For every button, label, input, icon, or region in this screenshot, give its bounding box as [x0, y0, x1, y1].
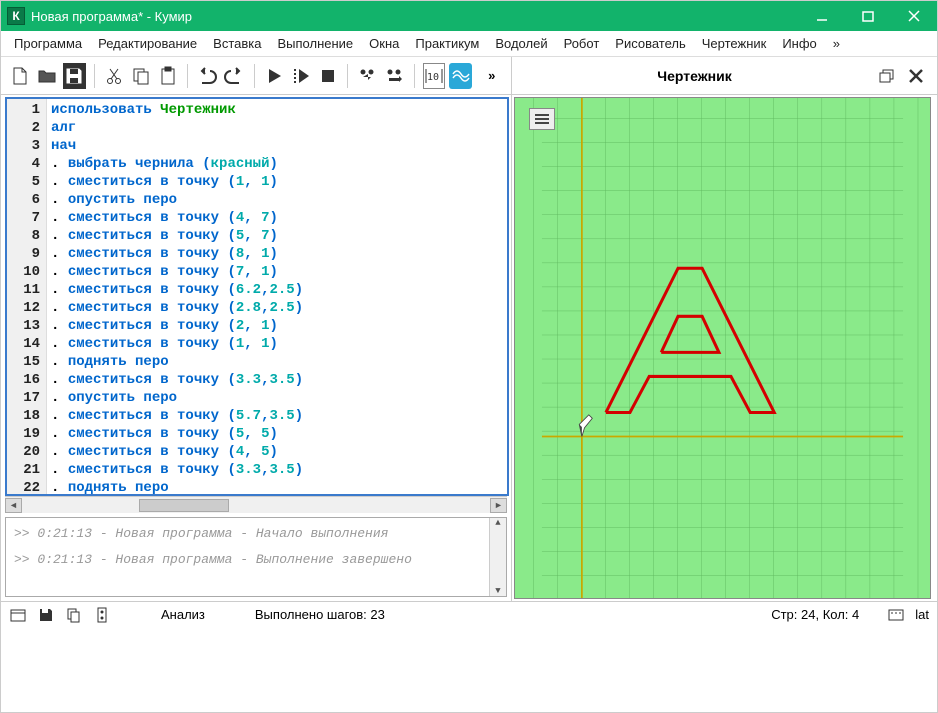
titlebar: К Новая программа* - Кумир	[1, 1, 937, 31]
canvas-menu-button[interactable]	[529, 108, 555, 130]
open-file-button[interactable]	[36, 63, 59, 89]
menubar: Программа Редактирование Вставка Выполне…	[1, 31, 937, 57]
status-clear-icon[interactable]	[93, 606, 111, 624]
run-button[interactable]	[263, 63, 286, 89]
scroll-right-button[interactable]: ►	[490, 498, 507, 513]
line-gutter: 1234567891011121314151617181920212223242…	[7, 99, 47, 494]
menu-robot[interactable]: Робот	[557, 33, 607, 54]
menu-vodoley[interactable]: Водолей	[488, 33, 554, 54]
cut-button[interactable]	[102, 63, 125, 89]
statusbar: Анализ Выполнено шагов: 23 Стр: 24, Кол:…	[1, 601, 937, 627]
toggle-linenum-button[interactable]: 10	[423, 63, 446, 89]
console-line: >> 0:21:13 - Новая программа - Начало вы…	[14, 524, 481, 544]
step-over-button[interactable]	[356, 63, 379, 89]
code-content[interactable]: использовать Чертежник алг нач . выбрать…	[47, 99, 507, 494]
drawing-canvas[interactable]	[514, 97, 931, 599]
menu-draftsman[interactable]: Чертежник	[695, 33, 774, 54]
panel-close-button[interactable]	[903, 63, 929, 89]
toolbar-right: Чертежник	[512, 57, 937, 95]
left-pane: 1234567891011121314151617181920212223242…	[1, 95, 512, 601]
copy-button[interactable]	[129, 63, 152, 89]
status-copy-icon[interactable]	[65, 606, 83, 624]
theme-button[interactable]	[449, 63, 472, 89]
scroll-track[interactable]	[22, 498, 490, 513]
menu-info[interactable]: Инфо	[775, 33, 823, 54]
stop-button[interactable]	[316, 63, 339, 89]
save-file-button[interactable]	[63, 63, 86, 89]
window-title: Новая программа* - Кумир	[31, 9, 799, 24]
status-analysis[interactable]: Анализ	[161, 607, 205, 622]
editor-hscroll[interactable]: ◄ ►	[5, 496, 507, 513]
maximize-button[interactable]	[845, 1, 891, 31]
menu-practicum[interactable]: Практикум	[408, 33, 486, 54]
right-pane	[512, 95, 937, 601]
console-line: >> 0:21:13 - Новая программа - Выполнени…	[14, 550, 481, 570]
paste-button[interactable]	[156, 63, 179, 89]
undo-button[interactable]	[196, 63, 219, 89]
console-vscroll[interactable]: ▲▼	[489, 518, 506, 596]
scroll-thumb[interactable]	[139, 499, 229, 512]
main-area: 1234567891011121314151617181920212223242…	[1, 95, 937, 601]
menu-windows[interactable]: Окна	[362, 33, 406, 54]
status-lang[interactable]: lat	[915, 607, 929, 622]
toolbar-left: 10 »	[1, 57, 512, 95]
panel-restore-button[interactable]	[873, 63, 899, 89]
code-editor[interactable]: 1234567891011121314151617181920212223242…	[5, 97, 509, 496]
status-save-icon[interactable]	[37, 606, 55, 624]
menu-insert[interactable]: Вставка	[206, 33, 268, 54]
svg-text:10: 10	[427, 72, 439, 83]
status-window-icon[interactable]	[9, 606, 27, 624]
right-panel-title: Чертежник	[520, 68, 869, 84]
close-button[interactable]	[891, 1, 937, 31]
menu-edit[interactable]: Редактирование	[91, 33, 204, 54]
menu-run[interactable]: Выполнение	[270, 33, 360, 54]
menu-drawer[interactable]: Рисователь	[608, 33, 692, 54]
step-into-button[interactable]	[383, 63, 406, 89]
menu-program[interactable]: Программа	[7, 33, 89, 54]
run-step-button[interactable]	[289, 63, 312, 89]
status-cursor-pos: Стр: 24, Кол: 4	[771, 607, 859, 622]
minimize-button[interactable]	[799, 1, 845, 31]
toolbar-more-button[interactable]: »	[480, 63, 503, 89]
scroll-left-button[interactable]: ◄	[5, 498, 22, 513]
new-file-button[interactable]	[9, 63, 32, 89]
status-steps: Выполнено шагов: 23	[255, 607, 385, 622]
keyboard-icon[interactable]	[887, 606, 905, 624]
redo-button[interactable]	[223, 63, 246, 89]
console-output[interactable]: >> 0:21:13 - Новая программа - Начало вы…	[5, 517, 507, 597]
menu-more[interactable]: »	[826, 33, 847, 54]
app-icon: К	[7, 7, 25, 25]
canvas-svg	[515, 98, 930, 598]
